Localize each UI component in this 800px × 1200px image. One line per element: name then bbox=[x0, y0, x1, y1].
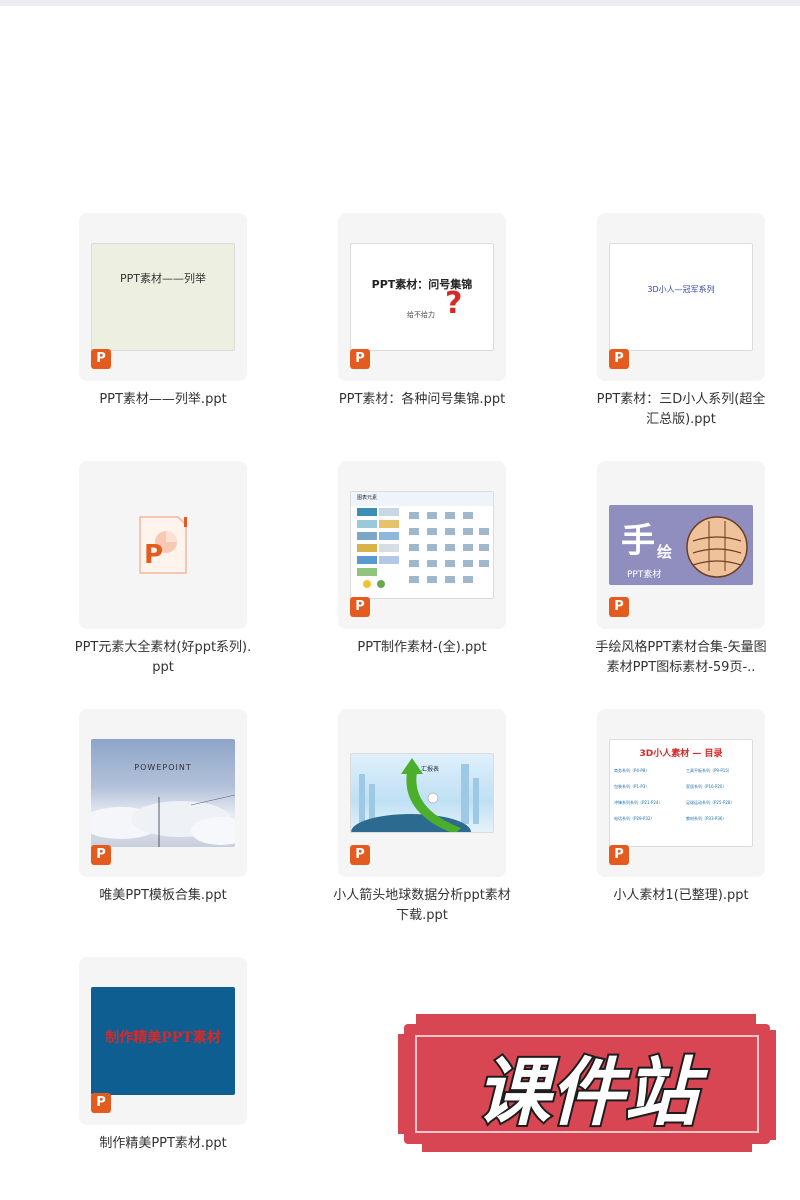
thumbnail-title-2: 绘 bbox=[657, 543, 673, 561]
toc-item: 商务系列（P4-P8） bbox=[614, 768, 650, 773]
file-tile-10[interactable]: 制作精美PPT素材 P bbox=[79, 957, 247, 1125]
file-thumbnail: 3D小人—冠军系列 bbox=[609, 243, 753, 351]
ppt-file-icon: P bbox=[609, 597, 629, 617]
file-tile-8[interactable]: 汇报表 P bbox=[338, 709, 506, 877]
file-thumbnail: 图表元素 bbox=[350, 491, 494, 599]
clouds-graphic bbox=[91, 794, 235, 847]
thumbnail-title: 制作精美PPT素材 bbox=[105, 1030, 221, 1046]
toc-item: 足球运动系列（P25-P28） bbox=[686, 800, 735, 805]
file-thumbnail: 制作精美PPT素材 bbox=[91, 987, 235, 1095]
fist-icon bbox=[686, 516, 748, 578]
svg-text:P: P bbox=[144, 540, 163, 570]
file-thumbnail: PPT素材——列举 bbox=[91, 243, 235, 351]
file-tile-4[interactable]: P bbox=[79, 461, 247, 629]
toc-item: 家居系列（P16-P20） bbox=[686, 784, 727, 789]
thumbnail-subtitle: PPT素材 bbox=[627, 570, 662, 580]
question-mark-icon: ? bbox=[445, 286, 463, 321]
thumbnail-title: 汇报表 bbox=[421, 766, 440, 773]
toc-item: 工具平板系列（P9-P15） bbox=[686, 768, 732, 773]
file-tile-5[interactable]: 图表元素 P bbox=[338, 461, 506, 629]
powerpoint-file-icon: P bbox=[139, 516, 187, 574]
file-name[interactable]: 手绘风格PPT素材合集-矢量图素材PPT图标素材-59页-.. bbox=[591, 638, 771, 678]
file-thumbnail: 3D小人素材 — 目录 商务系列（P4-P8） 工具平板系列（P9-P15） 包… bbox=[609, 739, 753, 847]
ppt-file-icon: P bbox=[91, 845, 111, 865]
thumbnail-graphic bbox=[351, 492, 493, 588]
file-tile-7[interactable]: POWEPOINT P bbox=[79, 709, 247, 877]
file-tile-1[interactable]: PPT素材——列举 P bbox=[79, 213, 247, 381]
file-tile-6[interactable]: 手 绘 PPT素材 P bbox=[597, 461, 765, 629]
file-name[interactable]: PPT制作素材-(全).ppt bbox=[332, 638, 512, 658]
file-tile-2[interactable]: PPT素材：问号集锦 给不给力 ? P bbox=[338, 213, 506, 381]
file-name[interactable]: 制作精美PPT素材.ppt bbox=[73, 1134, 253, 1154]
thumbnail-title: 3D小人—冠军系列 bbox=[647, 285, 715, 294]
ppt-file-icon: P bbox=[91, 349, 111, 369]
thumbnail-title: PPT素材——列举 bbox=[120, 272, 206, 285]
ppt-file-icon: P bbox=[350, 845, 370, 865]
toc-item: 冲锋系列系列（P21-P24） bbox=[614, 800, 663, 805]
toc-item: 包装系列（P1-P3） bbox=[614, 784, 650, 789]
file-thumbnail: POWEPOINT bbox=[91, 739, 235, 847]
file-name[interactable]: PPT素材：三D小人系列(超全汇总版).ppt bbox=[591, 390, 771, 430]
file-name[interactable]: PPT素材——列举.ppt bbox=[73, 390, 253, 410]
thumbnail-title: 3D小人素材 — 目录 bbox=[639, 749, 723, 759]
watermark-logo: 课件站 bbox=[398, 1014, 776, 1152]
file-thumbnail: PPT素材：问号集锦 给不给力 ? bbox=[350, 243, 494, 351]
thumbnail-title: 手 bbox=[621, 521, 655, 561]
ppt-file-icon: P bbox=[350, 597, 370, 617]
thumbnail-title: PPT素材：问号集锦 bbox=[371, 278, 473, 291]
toc-item: 教材系列（P33-P36） bbox=[686, 816, 727, 821]
ppt-file-icon: P bbox=[350, 349, 370, 369]
file-tile-9[interactable]: 3D小人素材 — 目录 商务系列（P4-P8） 工具平板系列（P9-P15） 包… bbox=[597, 709, 765, 877]
thumbnail-subtitle: 给不给力 bbox=[407, 311, 435, 319]
ppt-file-icon: P bbox=[609, 349, 629, 369]
ppt-file-icon: P bbox=[609, 845, 629, 865]
file-name[interactable]: 小人素材1(已整理).ppt bbox=[591, 886, 771, 906]
file-name[interactable]: 小人箭头地球数据分析ppt素材下载.ppt bbox=[332, 886, 512, 926]
file-thumbnail: 汇报表 bbox=[350, 753, 494, 833]
file-tile-3[interactable]: 3D小人—冠军系列 P bbox=[597, 213, 765, 381]
ppt-file-icon: P bbox=[91, 1093, 111, 1113]
thumbnail-title: 图表元素 bbox=[357, 495, 378, 501]
file-name[interactable]: PPT素材：各种问号集锦.ppt bbox=[332, 390, 512, 410]
file-name[interactable]: 唯美PPT模板合集.ppt bbox=[73, 886, 253, 906]
watermark-text: 课件站 bbox=[476, 1050, 709, 1136]
toc-item: 电话系列（P29-P32） bbox=[614, 816, 655, 821]
file-name[interactable]: PPT元素大全素材(好ppt系列).ppt bbox=[73, 638, 253, 678]
file-thumbnail: 手 绘 PPT素材 bbox=[609, 505, 753, 585]
